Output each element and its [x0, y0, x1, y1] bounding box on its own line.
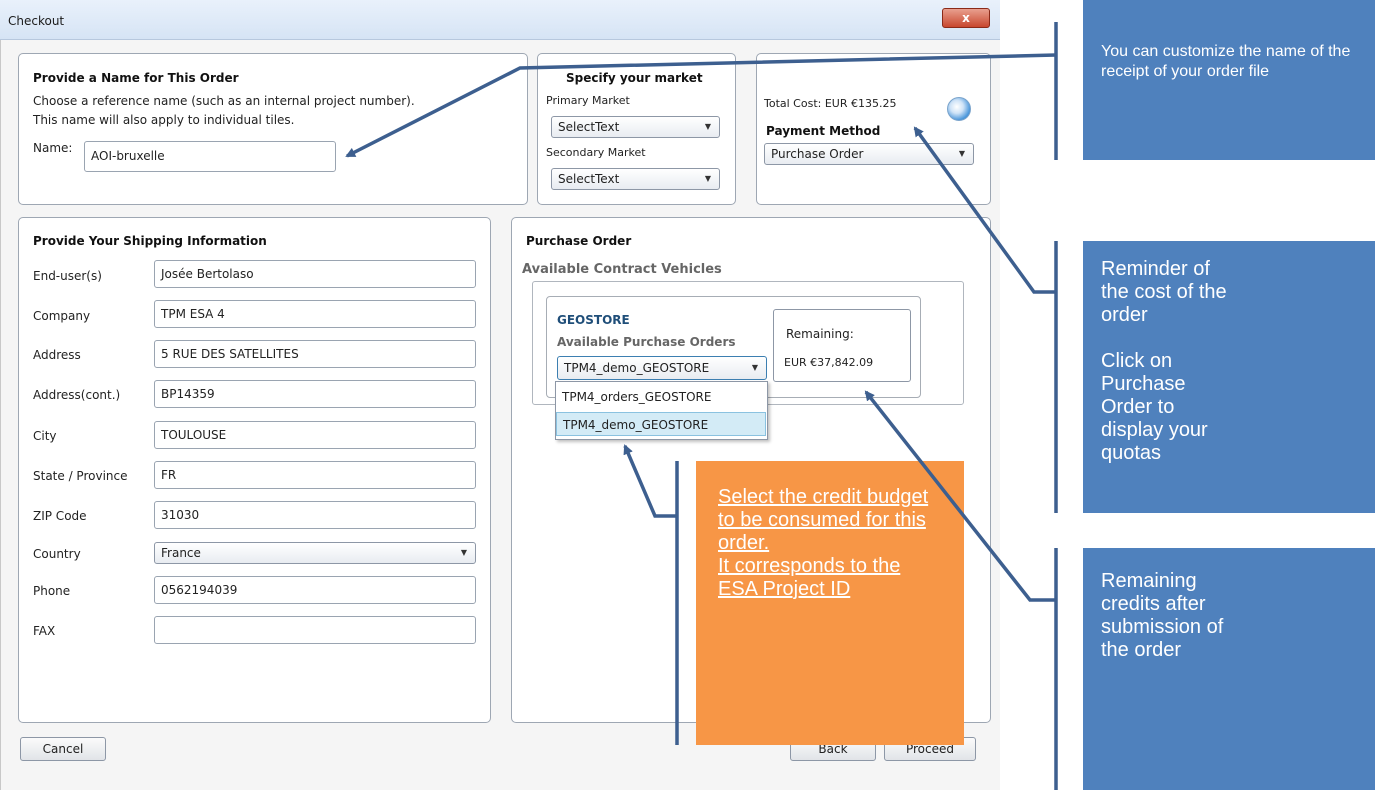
- remaining-callout-text: Remaining credits after submission of th…: [1101, 570, 1224, 661]
- remaining-label: Remaining:: [786, 327, 854, 341]
- country-label: Country: [33, 547, 81, 561]
- city-input[interactable]: TOULOUSE: [154, 421, 476, 449]
- city-label: City: [33, 429, 57, 443]
- secondary-market-select[interactable]: SelectText ▼: [551, 168, 720, 190]
- window-titlebar: [0, 0, 1000, 40]
- primary-market-value: SelectText: [558, 120, 620, 134]
- name-label: Name:: [33, 141, 73, 155]
- address-cont-label: Address(cont.): [33, 388, 121, 402]
- chevron-down-icon: ▼: [958, 149, 965, 158]
- budget-callout-text-1: Select the credit budget to be consumed …: [718, 486, 929, 554]
- zip-code-label: ZIP Code: [33, 509, 87, 523]
- purchase-order-option-selected[interactable]: TPM4_demo_GEOSTORE: [556, 412, 766, 436]
- phone-input[interactable]: 0562194039: [154, 576, 476, 604]
- chevron-down-icon: ▼: [704, 174, 711, 183]
- order-name-description-1: Choose a reference name (such as an inte…: [33, 94, 415, 108]
- vendor-name: GEOSTORE: [557, 313, 630, 327]
- order-name-input[interactable]: AOI-bruxelle: [84, 141, 336, 172]
- country-select[interactable]: France ▼: [154, 542, 476, 564]
- purchase-order-value: TPM4_demo_GEOSTORE: [564, 361, 710, 375]
- market-heading: Specify your market: [566, 71, 703, 85]
- cost-callout-text-2: Click on Purchase Order to display your …: [1101, 350, 1208, 464]
- secondary-market-value: SelectText: [558, 172, 620, 186]
- company-input[interactable]: TPM ESA 4: [154, 300, 476, 328]
- fax-label: FAX: [33, 624, 56, 638]
- chevron-down-icon: ▼: [751, 363, 758, 372]
- payment-method-value: Purchase Order: [771, 147, 864, 161]
- company-label: Company: [33, 309, 91, 323]
- purchase-order-option[interactable]: TPM4_orders_GEOSTORE: [562, 390, 711, 404]
- order-name-heading: Provide a Name for This Order: [33, 71, 239, 85]
- fax-input[interactable]: [154, 616, 476, 644]
- state-province-label: State / Province: [33, 469, 128, 483]
- chevron-down-icon: ▼: [704, 122, 711, 131]
- chevron-down-icon: ▼: [460, 548, 467, 557]
- window-title: Checkout: [8, 14, 65, 28]
- zip-code-input[interactable]: 31030: [154, 501, 476, 529]
- order-name-description-2: This name will also apply to individual …: [33, 113, 295, 127]
- end-user-label: End-user(s): [33, 269, 102, 283]
- purchase-order-heading: Purchase Order: [526, 234, 632, 248]
- remaining-callout: Remaining credits after submission of th…: [1083, 548, 1375, 790]
- close-button[interactable]: x: [942, 8, 990, 28]
- end-user-input[interactable]: Josée Bertolaso: [154, 260, 476, 288]
- address-label: Address: [33, 348, 81, 362]
- country-value: France: [161, 546, 201, 560]
- total-cost: Total Cost: EUR €135.25: [764, 97, 897, 110]
- budget-callout-text-2: It corresponds to the ESA Project ID: [718, 555, 901, 600]
- phone-label: Phone: [33, 584, 71, 598]
- budget-callout: Select the credit budget to be consumed …: [696, 461, 964, 745]
- cancel-button[interactable]: Cancel: [20, 737, 106, 761]
- primary-market-label: Primary Market: [546, 94, 630, 107]
- purchase-orders-label: Available Purchase Orders: [557, 335, 736, 349]
- shipping-heading: Provide Your Shipping Information: [33, 234, 267, 248]
- cost-callout: Reminder of the cost of the order Click …: [1083, 241, 1375, 513]
- name-callout: You can customize the name of the receip…: [1083, 0, 1375, 160]
- purchase-order-select[interactable]: TPM4_demo_GEOSTORE ▼: [557, 356, 767, 380]
- remaining-value: EUR €37,842.09: [784, 356, 874, 369]
- primary-market-select[interactable]: SelectText ▼: [551, 116, 720, 138]
- payment-method-label: Payment Method: [766, 124, 881, 138]
- payment-method-select[interactable]: Purchase Order ▼: [764, 143, 974, 165]
- remaining-box: [773, 309, 911, 382]
- state-province-input[interactable]: FR: [154, 461, 476, 489]
- cost-callout-text-1: Reminder of the cost of the order: [1101, 258, 1227, 326]
- refresh-icon[interactable]: [947, 97, 971, 121]
- address-input[interactable]: 5 RUE DES SATELLITES: [154, 340, 476, 368]
- address-cont-input[interactable]: BP14359: [154, 380, 476, 408]
- secondary-market-label: Secondary Market: [546, 146, 646, 159]
- contract-vehicles-heading: Available Contract Vehicles: [522, 262, 722, 277]
